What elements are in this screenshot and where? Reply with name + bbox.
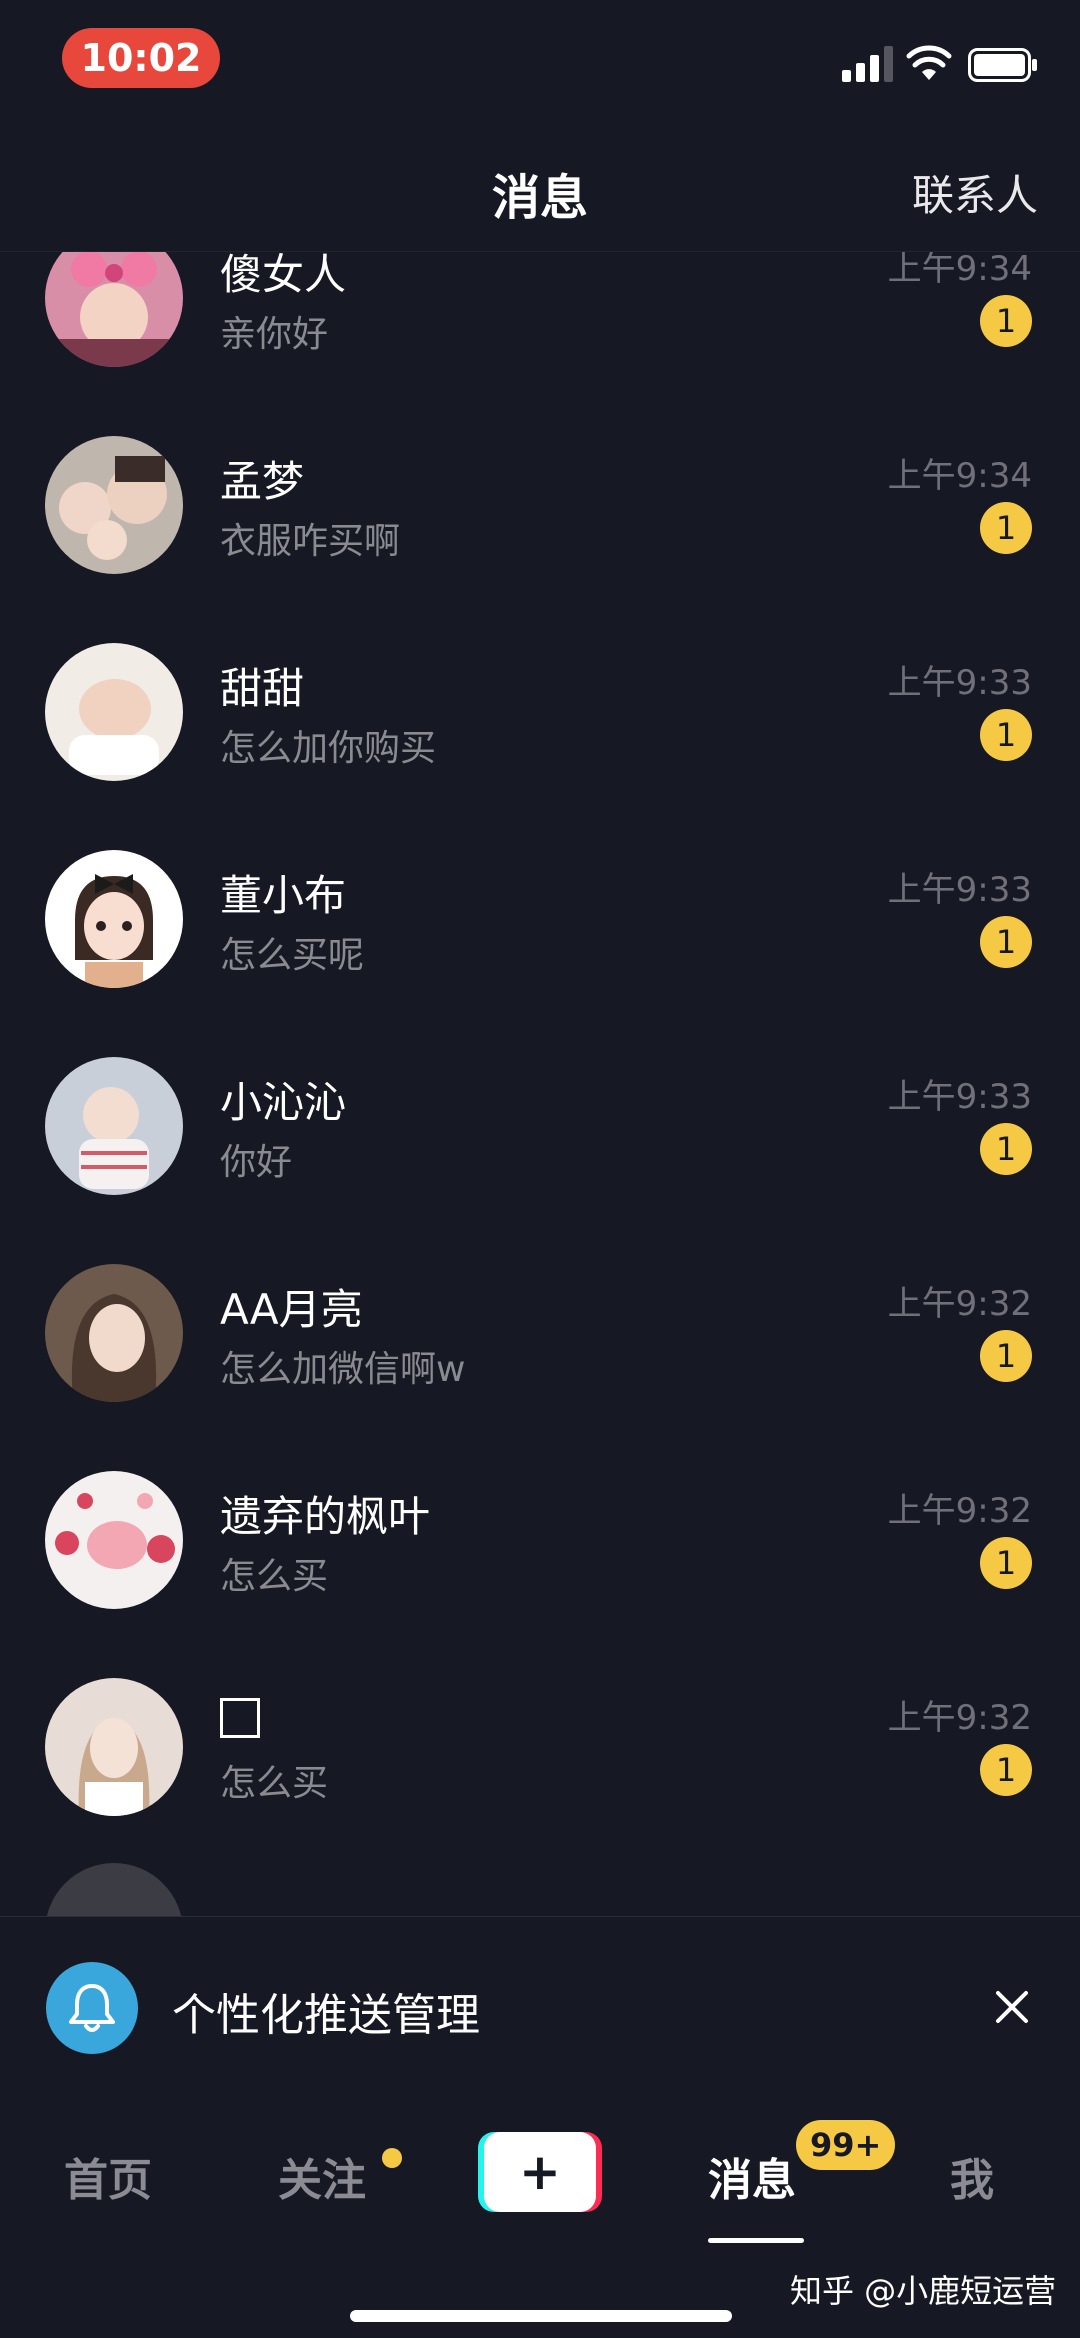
contact-avatar[interactable] bbox=[45, 1678, 183, 1816]
contact-avatar[interactable] bbox=[45, 1264, 183, 1402]
message-time: 上午9:34 bbox=[887, 456, 1032, 496]
messages-count-badge: 99+ bbox=[796, 2120, 896, 2170]
unread-badge: 1 bbox=[980, 1744, 1032, 1796]
header: 消息 联系人 bbox=[0, 140, 1080, 252]
watermark: 知乎 @小鹿短运营 bbox=[790, 2272, 1057, 2310]
wifi-icon bbox=[906, 45, 952, 80]
close-icon[interactable] bbox=[984, 1979, 1040, 2035]
tab-me[interactable]: 我 bbox=[950, 2144, 994, 2208]
unread-badge: 1 bbox=[980, 295, 1032, 347]
bell-icon bbox=[46, 1962, 138, 2054]
contact-avatar[interactable] bbox=[45, 252, 183, 367]
unread-badge: 1 bbox=[980, 709, 1032, 761]
message-row[interactable] bbox=[0, 1863, 1080, 1916]
push-settings-label: 个性化推送管理 bbox=[172, 1990, 480, 2041]
message-list[interactable]: 傻女人 亲你好 上午9:34 1 孟梦 衣服咋买啊 上午9:34 1 甜甜 怎么… bbox=[0, 252, 1080, 1916]
contact-avatar[interactable] bbox=[45, 1057, 183, 1195]
message-row[interactable]: 孟梦 衣服咋买啊 上午9:34 1 bbox=[0, 414, 1080, 621]
message-preview: 怎么加你购买 bbox=[220, 728, 437, 769]
contact-avatar[interactable] bbox=[45, 850, 183, 988]
battery-icon bbox=[968, 48, 1037, 82]
message-preview: 怎么买 bbox=[220, 1763, 329, 1804]
plus-icon: + bbox=[484, 2132, 596, 2212]
message-preview: 你好 bbox=[220, 1142, 293, 1183]
unread-badge: 1 bbox=[980, 1330, 1032, 1382]
message-time: 上午9:33 bbox=[887, 870, 1032, 910]
contact-name: 甜甜 bbox=[220, 664, 305, 713]
contact-avatar[interactable] bbox=[45, 643, 183, 781]
message-time: 上午9:33 bbox=[887, 663, 1032, 703]
message-time: 上午9:32 bbox=[887, 1284, 1032, 1324]
contacts-button[interactable]: 联系人 bbox=[912, 162, 1038, 223]
message-row[interactable]: 怎么买 上午9:32 1 bbox=[0, 1656, 1080, 1863]
follow-new-dot bbox=[382, 2148, 402, 2168]
contact-name: 董小布 bbox=[220, 871, 347, 920]
contact-name: 孟梦 bbox=[220, 457, 305, 506]
contact-avatar[interactable] bbox=[45, 436, 183, 574]
tab-follow[interactable]: 关注 bbox=[278, 2144, 366, 2208]
push-settings-banner[interactable]: 个性化推送管理 bbox=[0, 1916, 1080, 2102]
message-time: 上午9:32 bbox=[887, 1698, 1032, 1738]
message-preview: 怎么买呢 bbox=[220, 935, 365, 976]
message-preview: 怎么加微信啊w bbox=[220, 1349, 466, 1390]
message-row[interactable]: 甜甜 怎么加你购买 上午9:33 1 bbox=[0, 621, 1080, 828]
create-button[interactable]: + bbox=[478, 2132, 602, 2212]
message-row[interactable]: AA月亮 怎么加微信啊w 上午9:32 1 bbox=[0, 1242, 1080, 1449]
message-preview: 亲你好 bbox=[220, 314, 329, 355]
contact-name bbox=[220, 1690, 260, 1739]
message-row[interactable]: 遗弃的枫叶 怎么买 上午9:32 1 bbox=[0, 1449, 1080, 1656]
tab-messages[interactable]: 消息 bbox=[708, 2144, 796, 2208]
unread-badge: 1 bbox=[980, 502, 1032, 554]
contact-name: 遗弃的枫叶 bbox=[220, 1492, 431, 1541]
contact-name: AA月亮 bbox=[220, 1285, 363, 1334]
message-preview: 衣服咋买啊 bbox=[220, 521, 401, 562]
message-time: 上午9:33 bbox=[887, 1077, 1032, 1117]
message-time: 上午9:34 bbox=[887, 252, 1032, 289]
message-row[interactable]: 董小布 怎么买呢 上午9:33 1 bbox=[0, 828, 1080, 1035]
tab-home[interactable]: 首页 bbox=[64, 2144, 152, 2208]
unread-badge: 1 bbox=[980, 916, 1032, 968]
status-bar: 10:02 bbox=[0, 0, 1080, 110]
contact-avatar[interactable] bbox=[45, 1471, 183, 1609]
contact-avatar[interactable] bbox=[45, 1863, 183, 1916]
unread-badge: 1 bbox=[980, 1123, 1032, 1175]
status-time: 10:02 bbox=[62, 28, 220, 88]
message-row[interactable]: 小沁沁 你好 上午9:33 1 bbox=[0, 1035, 1080, 1242]
message-preview: 怎么买 bbox=[220, 1556, 329, 1597]
contact-name: 傻女人 bbox=[220, 252, 347, 299]
message-row[interactable]: 傻女人 亲你好 上午9:34 1 bbox=[0, 252, 1080, 414]
message-time: 上午9:32 bbox=[887, 1491, 1032, 1531]
bottom-tab-bar: 首页 关注 + 消息 99+ 我 知乎 @小鹿短运营 bbox=[0, 2102, 1080, 2338]
contact-name: 小沁沁 bbox=[220, 1078, 347, 1127]
home-indicator[interactable] bbox=[350, 2310, 732, 2322]
unrenderable-glyph-icon bbox=[220, 1697, 260, 1738]
unread-badge: 1 bbox=[980, 1537, 1032, 1589]
cellular-signal-icon bbox=[842, 46, 893, 82]
active-tab-indicator bbox=[708, 2238, 804, 2243]
